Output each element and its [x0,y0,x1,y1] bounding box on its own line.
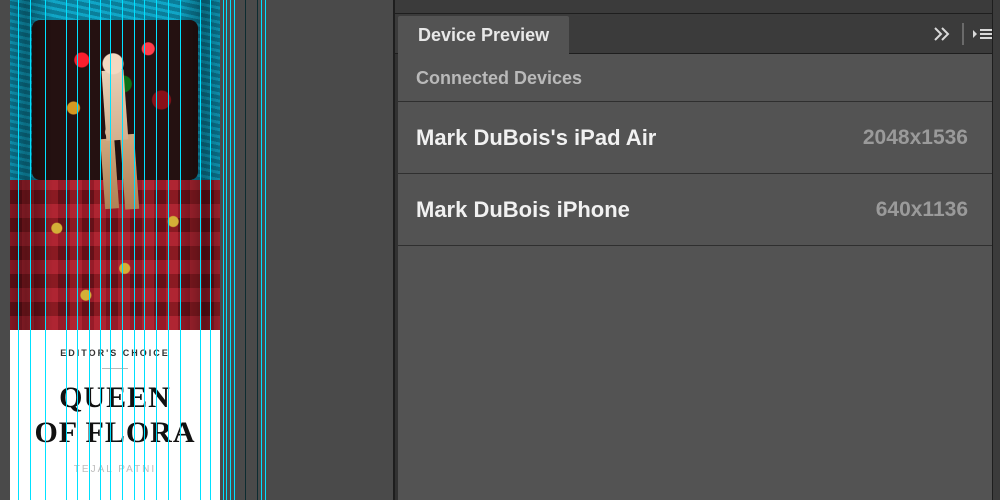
device-name: Mark DuBois's iPad Air [416,125,863,151]
article-title: QUEEN OF FLORA [10,381,220,450]
byline: TEJAL PATNI [10,464,220,475]
article-text-block: EDITOR'S CHOICE QUEEN OF FLORA TEJAL PAT… [10,330,220,500]
device-row[interactable]: Mark DuBois iPhone640x1136 [398,174,992,246]
device-name: Mark DuBois iPhone [416,197,876,223]
panel-top-strip [395,0,1000,14]
outer-guide-lines [223,0,268,500]
device-resolution: 2048x1536 [863,126,968,150]
hero-image [10,0,220,330]
panel-tab-row: Device Preview [395,14,1000,54]
panel-right-edge [992,0,1000,500]
kicker-label: EDITOR'S CHOICE [10,348,220,358]
divider-line [102,368,128,369]
panel-body: Connected Devices Mark DuBois's iPad Air… [398,54,992,500]
device-preview-panel: Device Preview Connected Devices Mark Du… [393,0,1000,500]
title-line-1: QUEEN [59,381,171,414]
title-line-2: OF FLORA [34,416,195,449]
connected-devices-header: Connected Devices [398,54,992,102]
separator [962,23,964,45]
canvas-background [270,0,395,500]
collapse-panels-icon[interactable] [932,23,954,45]
panel-menu-icon[interactable] [972,23,994,45]
mobile-page-preview: EDITOR'S CHOICE QUEEN OF FLORA TEJAL PAT… [10,0,220,500]
document-canvas[interactable]: EDITOR'S CHOICE QUEEN OF FLORA TEJAL PAT… [0,0,270,500]
device-resolution: 640x1136 [876,198,968,222]
device-row[interactable]: Mark DuBois's iPad Air2048x1536 [398,102,992,174]
tab-device-preview[interactable]: Device Preview [398,16,569,54]
